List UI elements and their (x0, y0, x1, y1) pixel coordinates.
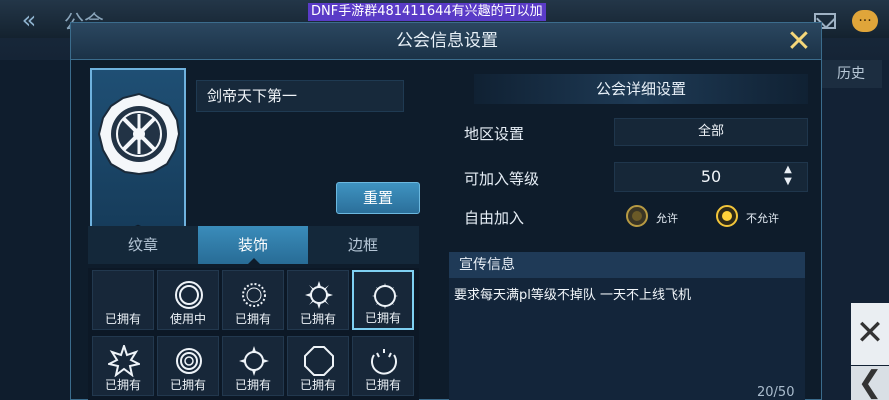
reset-button[interactable]: 重置 (336, 182, 420, 214)
decoration-grid: 已拥有 使用中 已拥有 已拥有 已拥有 已拥有 已拥有 已拥有 已拥有 已拥有 (88, 268, 419, 400)
dialog-title: 公会信息设置 (396, 31, 498, 51)
octagon-icon (304, 346, 334, 376)
region-label: 地区设置 (464, 125, 525, 143)
decoration-cell[interactable]: 已拥有 (352, 336, 414, 396)
decoration-cell[interactable]: 已拥有 (92, 270, 154, 330)
details-heading: 公会详细设置 (474, 74, 808, 104)
back-arrow-icon[interactable]: « (8, 6, 50, 34)
decoration-cell[interactable]: 已拥有 (287, 336, 349, 396)
emblem-tabs: 纹章 装饰 边框 (88, 226, 419, 264)
decoration-status-label: 已拥有 (299, 378, 336, 392)
promo-char-count: 20/50 (757, 385, 795, 400)
tab-emblem[interactable]: 纹章 (88, 226, 198, 264)
allow-radio[interactable] (626, 205, 648, 227)
decoration-cell[interactable]: 已拥有 (222, 336, 284, 396)
decoration-status-label: 已拥有 (234, 378, 271, 392)
allow-label: 允许 (656, 212, 678, 225)
decoration-status-label: 已拥有 (364, 378, 401, 392)
free-join-label: 自由加入 (464, 209, 525, 227)
ring-double-icon (175, 281, 203, 309)
star-burst-icon (108, 345, 140, 377)
chevron-left-icon[interactable]: ❮ (851, 366, 889, 400)
guild-emblem-icon (97, 92, 181, 176)
decoration-cell[interactable]: 已拥有 (222, 270, 284, 330)
sun-spiked-icon (305, 281, 333, 309)
tab-decoration[interactable]: 装饰 (198, 226, 308, 264)
decoration-status-label: 已拥有 (364, 311, 401, 325)
deny-label: 不允许 (746, 212, 779, 225)
overlay-banner: DNF手游群481411644有兴趣的可以加 (308, 3, 546, 21)
close-x-icon[interactable]: ✕ (851, 303, 889, 365)
decoration-status-label: 使用中 (169, 312, 206, 326)
dialog-header: 公会信息设置 (70, 22, 822, 60)
decoration-cell[interactable]: 已拥有 (352, 270, 414, 330)
region-select[interactable]: 全部 (614, 118, 808, 146)
stepper-arrows-icon[interactable]: ▲ ▼ (778, 164, 798, 190)
chat-icon[interactable]: ··· (852, 10, 878, 32)
level-label: 可加入等级 (464, 170, 540, 188)
ring-thorns-icon (372, 283, 398, 309)
decoration-status-label: 已拥有 (234, 312, 271, 326)
sun-ray-icon (239, 346, 269, 376)
decoration-cell[interactable]: 已拥有 (157, 336, 219, 396)
decoration-status-label: 已拥有 (104, 378, 141, 392)
decoration-status-label: 已拥有 (169, 378, 206, 392)
radio-dot-icon (632, 211, 642, 221)
background-left-panel (0, 60, 71, 400)
ring-concentric-icon (176, 348, 202, 374)
decoration-cell[interactable]: 已拥有 (287, 270, 349, 330)
promo-text: 要求每天满pl等级不掉队 一天不上线飞机 (454, 288, 691, 303)
decoration-status-label: 已拥有 (104, 312, 141, 326)
decoration-status-label: 已拥有 (299, 312, 336, 326)
tab-border[interactable]: 边框 (308, 226, 418, 264)
promo-heading: 宣传信息 (449, 252, 805, 278)
decoration-cell[interactable]: 使用中 (157, 270, 219, 330)
ring-open-icon (371, 349, 397, 375)
guild-name-field[interactable]: 剑帝天下第一 (196, 80, 404, 112)
ring-dotted-icon (242, 283, 266, 307)
history-tab[interactable]: 历史 (820, 60, 882, 88)
deny-radio[interactable] (716, 205, 738, 227)
radio-dot-icon (722, 211, 732, 221)
close-icon[interactable]: ✕ (783, 26, 815, 58)
decoration-cell[interactable]: 已拥有 (92, 336, 154, 396)
